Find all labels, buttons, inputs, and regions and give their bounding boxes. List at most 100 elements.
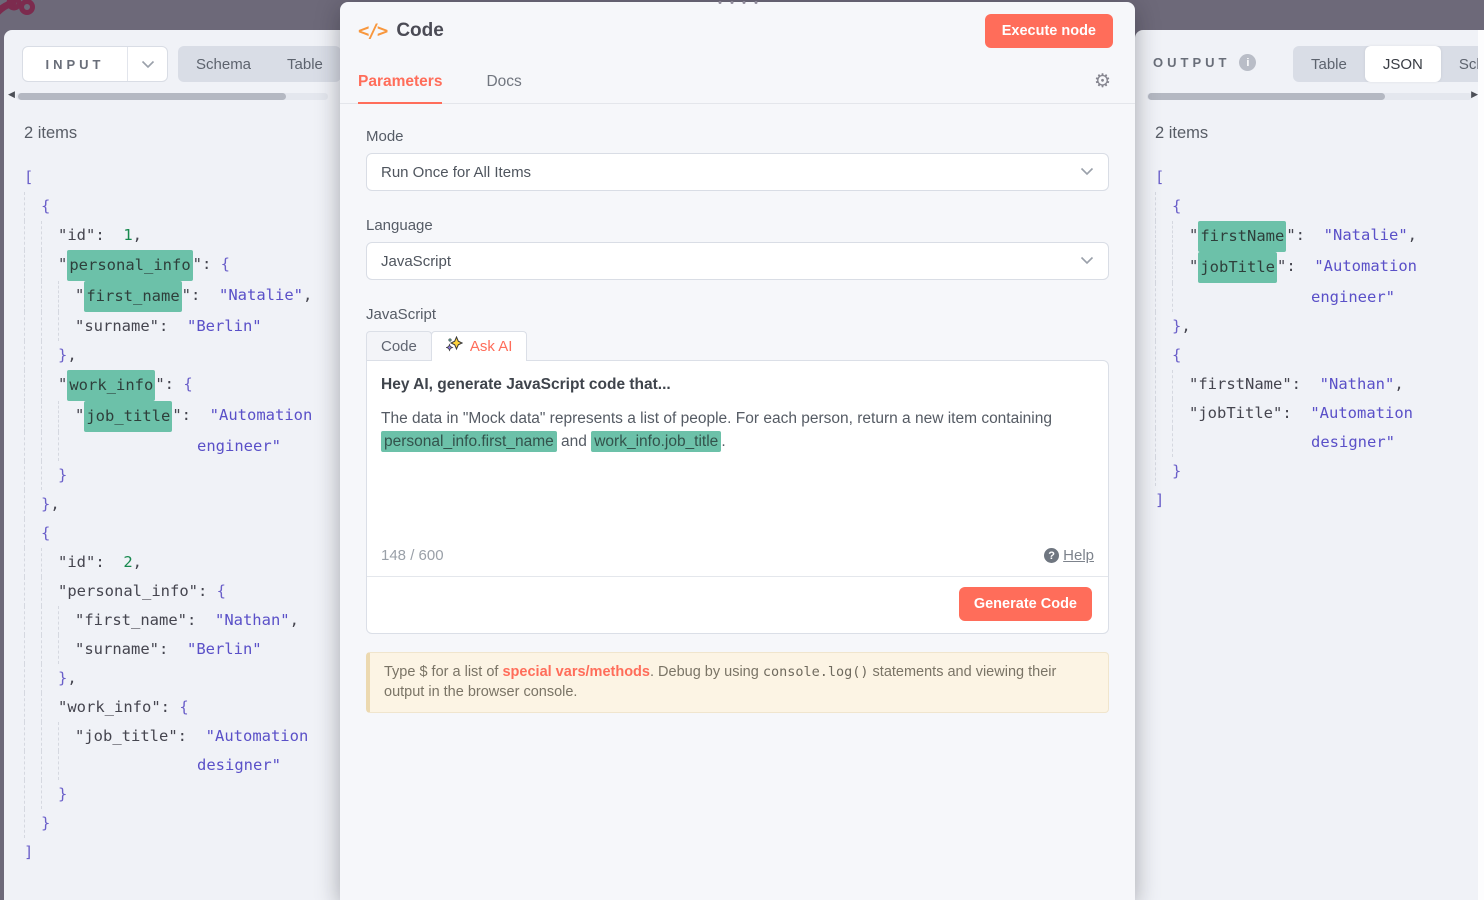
execute-node-button[interactable]: Execute node [985, 14, 1113, 48]
output-items-count: 2 items [1155, 124, 1484, 143]
json-line: "work_info": { [24, 370, 340, 401]
json-line: { [24, 192, 340, 221]
output-display-tabs: TableJSONSchema [1293, 46, 1484, 82]
json-line: designer" [24, 751, 340, 780]
tab-table[interactable]: Table [1293, 46, 1365, 82]
json-line: [ [24, 163, 340, 192]
input-source-select[interactable]: INPUT [22, 46, 168, 82]
json-line: ] [1155, 486, 1484, 515]
json-line: "first_name": "Nathan", [24, 606, 340, 635]
generate-code-button[interactable]: Generate Code [959, 587, 1092, 621]
mode-label: Mode [366, 128, 1109, 145]
json-line: "first_name": "Natalie", [24, 281, 340, 312]
canvas-node-decoration [0, 0, 130, 30]
highlighted-key: jobTitle [1198, 252, 1277, 283]
input-display-tabs: SchemaTable [178, 46, 340, 82]
json-line: }, [24, 341, 340, 370]
scroll-left-arrow-icon[interactable]: ◀ [8, 89, 15, 100]
json-line: } [24, 809, 340, 838]
special-vars-link[interactable]: special vars/methods [502, 664, 650, 680]
scrollbar-thumb[interactable] [18, 93, 286, 100]
json-line: }, [24, 490, 340, 519]
node-title: Code [396, 20, 444, 42]
code-node-icon: </> [358, 20, 386, 42]
tab-parameters[interactable]: Parameters [358, 60, 442, 103]
highlighted-key: first_name [84, 281, 181, 312]
modal-drag-handle[interactable] [718, 1, 757, 4]
json-line: "firstName": "Nathan", [1155, 370, 1484, 399]
json-line: "firstName": "Natalie", [1155, 221, 1484, 252]
json-line: engineer" [1155, 283, 1484, 312]
json-line: ] [24, 838, 340, 867]
json-line: "jobTitle": "Automation [1155, 399, 1484, 428]
special-vars-notice: Type $ for a list of special vars/method… [366, 652, 1109, 713]
language-select[interactable]: JavaScript [366, 242, 1109, 280]
json-line: "id": 2, [24, 548, 340, 577]
json-line: designer" [1155, 428, 1484, 457]
language-label: Language [366, 217, 1109, 234]
input-horizontal-scrollbar[interactable]: ◀ [4, 92, 340, 100]
json-line: "surname": "Berlin" [24, 635, 340, 664]
language-select-value: JavaScript [381, 253, 1080, 270]
code-editor-tabs: CodeAsk AI [366, 331, 1109, 360]
scrollbar-thumb[interactable] [1148, 93, 1385, 100]
mode-select-value: Run Once for All Items [381, 164, 1080, 181]
output-horizontal-scrollbar[interactable]: ▶ [1135, 92, 1484, 100]
json-line: [ [1155, 163, 1484, 192]
char-counter: 148 / 600 [381, 547, 444, 564]
tab-code[interactable]: Code [366, 331, 432, 360]
highlighted-field-reference: personal_info.first_name [381, 431, 557, 452]
json-line: }, [1155, 312, 1484, 341]
chevron-down-icon[interactable] [127, 47, 167, 81]
highlighted-key: firstName [1198, 221, 1286, 252]
json-line: { [1155, 192, 1484, 221]
inline-code: console.log() [763, 664, 869, 680]
json-line: "job_title": "Automation [24, 401, 340, 432]
json-line: "id": 1, [24, 221, 340, 250]
output-panel: OUTPUT i TableJSONSchema ▶ 2 items [{"fi… [1135, 30, 1484, 900]
json-line: "jobTitle": "Automation [1155, 252, 1484, 283]
tab-ask-ai[interactable]: Ask AI [431, 331, 528, 360]
json-line: "personal_info": { [24, 577, 340, 606]
json-line: engineer" [24, 432, 340, 461]
output-panel-title: OUTPUT [1153, 55, 1230, 70]
mode-select[interactable]: Run Once for All Items [366, 153, 1109, 191]
scroll-right-arrow-icon[interactable]: ▶ [1471, 89, 1478, 100]
ask-ai-prompt-textarea[interactable]: Hey AI, generate JavaScript code that...… [367, 361, 1108, 539]
tab-json[interactable]: JSON [1365, 46, 1441, 82]
highlighted-key: work_info [67, 370, 155, 401]
info-icon[interactable]: i [1239, 54, 1256, 71]
json-line: } [1155, 457, 1484, 486]
javascript-section-label: JavaScript [366, 306, 1109, 323]
json-line: { [1155, 341, 1484, 370]
tab-schema[interactable]: Schema [178, 46, 269, 82]
code-node-modal: </> Code Execute node Parameters Docs ⚙ Mo… [340, 2, 1135, 900]
input-panel-title: INPUT [23, 57, 127, 72]
prompt-heading: Hey AI, generate JavaScript code that... [381, 376, 1094, 394]
sparkles-icon [446, 336, 463, 357]
gear-icon[interactable]: ⚙ [1094, 70, 1111, 93]
prompt-text: The data in "Mock data" represents a lis… [381, 407, 1094, 453]
json-line: }, [24, 664, 340, 693]
question-circle-icon: ? [1044, 548, 1059, 563]
highlighted-key: job_title [84, 401, 172, 432]
chevron-down-icon [1080, 252, 1094, 270]
ask-ai-prompt-box: Hey AI, generate JavaScript code that...… [366, 360, 1109, 634]
json-line: { [24, 519, 340, 548]
tab-docs[interactable]: Docs [486, 60, 521, 103]
output-json-view: [{"firstName": "Natalie","jobTitle": "Au… [1155, 163, 1484, 515]
highlighted-field-reference: work_info.job_title [591, 431, 721, 452]
json-line: "job_title": "Automation [24, 722, 340, 751]
json-line: } [24, 780, 340, 809]
help-link[interactable]: ? Help [1044, 547, 1094, 564]
json-line: "work_info": { [24, 693, 340, 722]
json-line: "personal_info": { [24, 250, 340, 281]
json-line: } [24, 461, 340, 490]
node-settings-tabs: Parameters Docs ⚙ [340, 60, 1135, 104]
tab-table[interactable]: Table [269, 46, 340, 82]
input-panel: INPUT SchemaTable ◀ 2 items [{"id": 1,"p… [4, 30, 340, 900]
input-json-view: [{"id": 1,"personal_info": {"first_name"… [24, 163, 340, 867]
json-line: "surname": "Berlin" [24, 312, 340, 341]
input-items-count: 2 items [24, 124, 340, 143]
output-vertical-scrollbar[interactable] [1478, 30, 1484, 900]
